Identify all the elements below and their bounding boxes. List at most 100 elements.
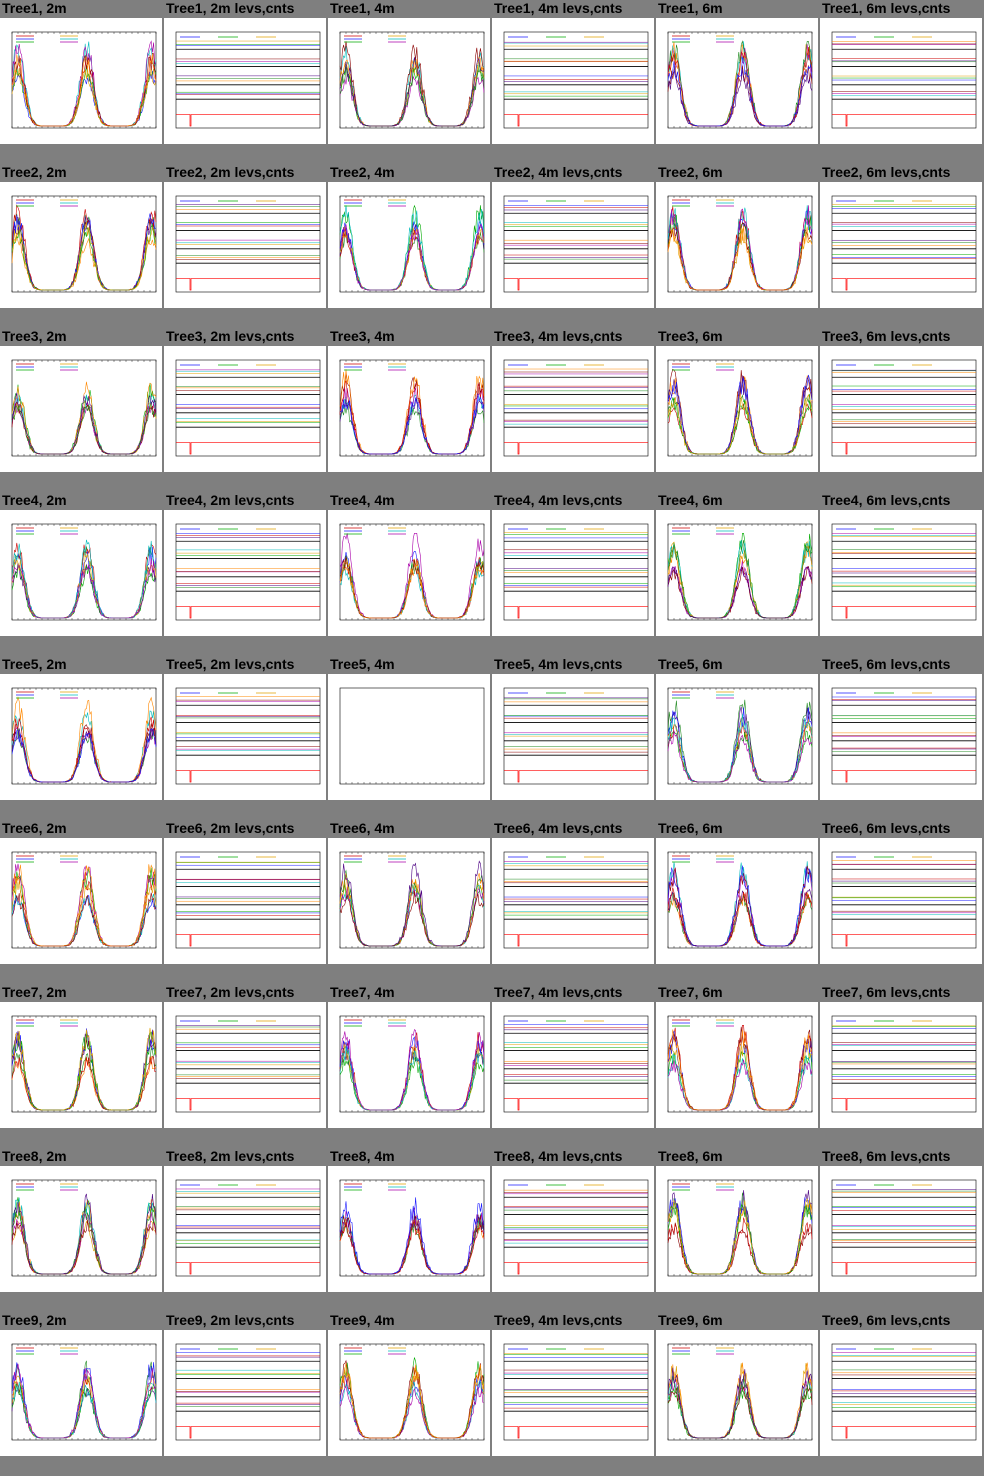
gallery-cell[interactable]: Tree9, 6m xyxy=(656,1312,820,1476)
gallery-cell[interactable]: Tree7, 4m levs,cnts xyxy=(492,984,656,1148)
plot-thumbnail[interactable] xyxy=(164,1002,326,1128)
gallery-cell[interactable]: Tree8, 6m xyxy=(656,1148,820,1312)
plot-thumbnail[interactable] xyxy=(492,182,654,308)
gallery-cell[interactable]: Tree4, 6m levs,cnts xyxy=(820,492,984,656)
gallery-cell[interactable]: Tree8, 4m levs,cnts xyxy=(492,1148,656,1312)
gallery-cell[interactable]: Tree9, 4m xyxy=(328,1312,492,1476)
plot-thumbnail[interactable] xyxy=(0,1166,162,1292)
plot-thumbnail[interactable] xyxy=(656,1166,818,1292)
plot-thumbnail[interactable] xyxy=(328,510,490,636)
plot-thumbnail[interactable] xyxy=(0,346,162,472)
plot-thumbnail[interactable] xyxy=(656,674,818,800)
plot-thumbnail[interactable] xyxy=(492,838,654,964)
plot-thumbnail[interactable] xyxy=(328,1166,490,1292)
gallery-cell[interactable]: Tree2, 6m levs,cnts xyxy=(820,164,984,328)
plot-thumbnail[interactable] xyxy=(164,674,326,800)
gallery-cell[interactable]: Tree3, 2m xyxy=(0,328,164,492)
gallery-cell[interactable]: Tree7, 4m xyxy=(328,984,492,1148)
gallery-cell[interactable]: Tree5, 4m levs,cnts xyxy=(492,656,656,820)
plot-thumbnail[interactable] xyxy=(164,1330,326,1456)
plot-thumbnail[interactable] xyxy=(164,510,326,636)
gallery-cell[interactable]: Tree6, 4m xyxy=(328,820,492,984)
gallery-cell[interactable]: Tree9, 2m xyxy=(0,1312,164,1476)
plot-thumbnail[interactable] xyxy=(656,1330,818,1456)
gallery-cell[interactable]: Tree3, 4m xyxy=(328,328,492,492)
gallery-cell[interactable]: Tree8, 4m xyxy=(328,1148,492,1312)
plot-thumbnail[interactable] xyxy=(0,674,162,800)
gallery-cell[interactable]: Tree7, 2m xyxy=(0,984,164,1148)
gallery-cell[interactable]: Tree9, 4m levs,cnts xyxy=(492,1312,656,1476)
gallery-cell[interactable]: Tree4, 2m levs,cnts xyxy=(164,492,328,656)
gallery-cell[interactable]: Tree7, 6m levs,cnts xyxy=(820,984,984,1148)
gallery-cell[interactable]: Tree5, 2m xyxy=(0,656,164,820)
plot-thumbnail[interactable] xyxy=(0,18,162,144)
gallery-cell[interactable]: Tree3, 6m xyxy=(656,328,820,492)
gallery-cell[interactable]: Tree1, 6m levs,cnts xyxy=(820,0,984,164)
plot-thumbnail[interactable] xyxy=(492,674,654,800)
gallery-cell[interactable]: Tree9, 6m levs,cnts xyxy=(820,1312,984,1476)
plot-thumbnail[interactable] xyxy=(820,1330,982,1456)
plot-thumbnail[interactable] xyxy=(820,674,982,800)
plot-thumbnail[interactable] xyxy=(164,1166,326,1292)
plot-thumbnail[interactable] xyxy=(656,510,818,636)
gallery-cell[interactable]: Tree6, 6m levs,cnts xyxy=(820,820,984,984)
gallery-cell[interactable]: Tree6, 2m xyxy=(0,820,164,984)
gallery-cell[interactable]: Tree5, 6m xyxy=(656,656,820,820)
gallery-cell[interactable]: Tree2, 4m xyxy=(328,164,492,328)
gallery-cell[interactable]: Tree2, 6m xyxy=(656,164,820,328)
plot-thumbnail[interactable] xyxy=(492,346,654,472)
gallery-cell[interactable]: Tree8, 2m xyxy=(0,1148,164,1312)
plot-thumbnail[interactable] xyxy=(820,1002,982,1128)
gallery-cell[interactable]: Tree3, 2m levs,cnts xyxy=(164,328,328,492)
plot-thumbnail[interactable] xyxy=(656,182,818,308)
gallery-cell[interactable]: Tree3, 4m levs,cnts xyxy=(492,328,656,492)
plot-thumbnail[interactable] xyxy=(820,182,982,308)
gallery-cell[interactable]: Tree2, 4m levs,cnts xyxy=(492,164,656,328)
gallery-cell[interactable]: Tree6, 4m levs,cnts xyxy=(492,820,656,984)
plot-thumbnail[interactable] xyxy=(492,1002,654,1128)
plot-thumbnail[interactable] xyxy=(0,838,162,964)
gallery-cell[interactable]: Tree7, 6m xyxy=(656,984,820,1148)
plot-thumbnail[interactable] xyxy=(0,1330,162,1456)
gallery-cell[interactable]: Tree1, 2m levs,cnts xyxy=(164,0,328,164)
plot-thumbnail[interactable] xyxy=(328,18,490,144)
plot-thumbnail[interactable] xyxy=(820,838,982,964)
plot-thumbnail[interactable] xyxy=(820,346,982,472)
gallery-cell[interactable]: Tree1, 4m xyxy=(328,0,492,164)
plot-thumbnail[interactable] xyxy=(492,1330,654,1456)
gallery-cell[interactable]: Tree1, 6m xyxy=(656,0,820,164)
gallery-cell[interactable]: Tree1, 2m xyxy=(0,0,164,164)
gallery-cell[interactable]: Tree5, 4m xyxy=(328,656,492,820)
gallery-cell[interactable]: Tree3, 6m levs,cnts xyxy=(820,328,984,492)
plot-thumbnail[interactable] xyxy=(328,1002,490,1128)
gallery-cell[interactable]: Tree4, 2m xyxy=(0,492,164,656)
plot-thumbnail[interactable] xyxy=(656,1002,818,1128)
plot-thumbnail[interactable] xyxy=(164,346,326,472)
plot-thumbnail[interactable] xyxy=(328,674,490,800)
plot-thumbnail[interactable] xyxy=(328,182,490,308)
plot-thumbnail[interactable] xyxy=(328,346,490,472)
plot-thumbnail[interactable] xyxy=(492,1166,654,1292)
gallery-cell[interactable]: Tree8, 6m levs,cnts xyxy=(820,1148,984,1312)
plot-thumbnail[interactable] xyxy=(492,510,654,636)
gallery-cell[interactable]: Tree6, 2m levs,cnts xyxy=(164,820,328,984)
gallery-cell[interactable]: Tree8, 2m levs,cnts xyxy=(164,1148,328,1312)
plot-thumbnail[interactable] xyxy=(656,18,818,144)
plot-thumbnail[interactable] xyxy=(328,1330,490,1456)
gallery-cell[interactable]: Tree1, 4m levs,cnts xyxy=(492,0,656,164)
plot-thumbnail[interactable] xyxy=(0,1002,162,1128)
gallery-cell[interactable]: Tree2, 2m xyxy=(0,164,164,328)
gallery-cell[interactable]: Tree6, 6m xyxy=(656,820,820,984)
gallery-cell[interactable]: Tree9, 2m levs,cnts xyxy=(164,1312,328,1476)
plot-thumbnail[interactable] xyxy=(820,18,982,144)
plot-thumbnail[interactable] xyxy=(164,838,326,964)
gallery-cell[interactable]: Tree4, 4m levs,cnts xyxy=(492,492,656,656)
gallery-cell[interactable]: Tree7, 2m levs,cnts xyxy=(164,984,328,1148)
plot-thumbnail[interactable] xyxy=(328,838,490,964)
gallery-cell[interactable]: Tree5, 2m levs,cnts xyxy=(164,656,328,820)
plot-thumbnail[interactable] xyxy=(656,346,818,472)
plot-thumbnail[interactable] xyxy=(164,18,326,144)
plot-thumbnail[interactable] xyxy=(0,182,162,308)
gallery-cell[interactable]: Tree5, 6m levs,cnts xyxy=(820,656,984,820)
gallery-cell[interactable]: Tree4, 6m xyxy=(656,492,820,656)
